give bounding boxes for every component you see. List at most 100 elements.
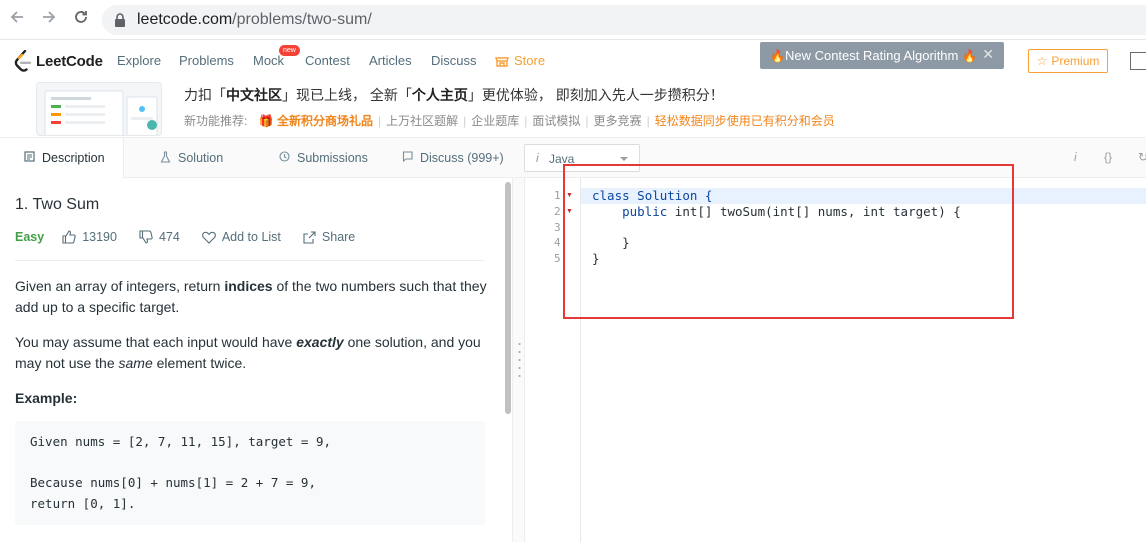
nav-store[interactable]: Store — [495, 53, 545, 68]
cn-banner-title[interactable]: 力扣「中文社区」现已上线， 全新「个人主页」更优体验， 即刻加入先人一步攒积分！ — [184, 85, 724, 105]
address-bar[interactable]: leetcode.com/problems/two-sum/ — [102, 5, 1146, 35]
tab-discuss-label: Discuss (999+) — [420, 151, 504, 165]
cn-title-part: 」现已上线， 全新「 — [282, 87, 412, 103]
nav-mock[interactable]: Mock — [253, 53, 284, 68]
site-navbar: LeetCode Explore Problems Mock new Conte… — [0, 40, 1146, 82]
problem-statement: Given an array of integers, return indic… — [15, 276, 495, 318]
difficulty-badge: Easy — [15, 230, 45, 244]
browser-toolbar: leetcode.com/problems/two-sum/ — [0, 0, 1146, 40]
problem-title: 1. Two Sum — [15, 196, 100, 213]
line-number: 2 — [554, 205, 561, 218]
separator: | — [646, 114, 650, 128]
cn-feature-links: 新功能推荐: 🎁 全新积分商场礼品 | 上万社区题解 | 企业题库 | 面试模拟 | 更多竞赛 |… — [184, 112, 835, 129]
problem-assumption: You may assume that each input would hav… — [15, 332, 495, 374]
fire-icon: 🔥 — [770, 48, 785, 63]
separator: | — [378, 114, 382, 128]
logo-text: LeetCode — [36, 52, 103, 70]
forward-arrow-icon[interactable] — [38, 8, 60, 30]
contest-rating-banner[interactable]: 🔥 New Contest Rating Algorithm 🔥 ✕ — [760, 42, 1004, 69]
panel-splitter[interactable] — [512, 178, 525, 542]
cn-community-banner: 力扣「中文社区」现已上线， 全新「个人主页」更优体验， 即刻加入先人一步攒积分！… — [0, 82, 1146, 138]
info-icon[interactable]: i — [1074, 150, 1077, 164]
nav-discuss[interactable]: Discuss — [431, 53, 477, 68]
reset-icon[interactable]: ↻ — [1138, 150, 1146, 164]
add-to-list-button[interactable]: Add to List — [201, 230, 281, 244]
close-icon[interactable]: ✕ — [982, 46, 994, 63]
braces-icon[interactable]: {} — [1104, 150, 1112, 164]
tab-discuss[interactable]: Discuss (999+) — [400, 138, 504, 178]
nav-contest[interactable]: Contest — [305, 53, 350, 68]
line-number: 1 — [554, 189, 561, 202]
line-number: 4 — [554, 236, 561, 249]
share-button[interactable]: Share — [303, 230, 355, 244]
tab-submissions-label: Submissions — [297, 151, 368, 165]
cn-title-bold: 个人主页 — [411, 87, 468, 103]
cn-link[interactable]: 面试模拟 — [532, 114, 580, 128]
store-label: Store — [514, 53, 546, 68]
reload-icon[interactable] — [70, 8, 92, 30]
tab-solution[interactable]: Solution — [158, 138, 223, 178]
cn-title-part: 力扣「 — [184, 87, 226, 103]
cn-link[interactable]: 上万社区题解 — [386, 114, 458, 128]
leetcode-logo[interactable]: LeetCode — [14, 50, 103, 72]
example-line: Because nums[0] + nums[1] = 2 + 7 = 9, — [30, 475, 316, 490]
store-icon — [495, 57, 509, 67]
cn-link-sync[interactable]: 轻松数据同步使用已有积分和会员 — [655, 114, 835, 128]
contest-banner-text: New Contest Rating Algorithm — [784, 48, 959, 63]
lock-icon — [114, 13, 126, 27]
banner-thumbnail — [36, 82, 162, 136]
separator: | — [524, 114, 528, 128]
nav-explore[interactable]: Explore — [117, 53, 161, 68]
add-to-list-label: Add to List — [221, 230, 281, 244]
chevron-down-icon — [620, 157, 628, 161]
document-icon — [22, 151, 36, 165]
comment-icon — [400, 151, 414, 165]
heart-icon — [201, 231, 216, 244]
back-arrow-icon[interactable] — [6, 8, 28, 30]
nav-problems[interactable]: Problems — [179, 53, 234, 68]
url-path: /problems/two-sum/ — [232, 11, 372, 28]
example-code-block: Given nums = [2, 7, 11, 15], target = 9,… — [15, 421, 485, 525]
statement-text: Given an array of integers, return — [15, 278, 225, 294]
description-scrollbar[interactable] — [505, 182, 511, 414]
statement-text: You may assume that each input would hav… — [15, 334, 297, 350]
line-number: 3 — [554, 221, 561, 234]
new-badge: new — [279, 45, 300, 56]
tab-description[interactable]: Description — [0, 138, 124, 178]
statement-bold-italic: exactly — [296, 334, 344, 350]
url-domain: leetcode.com — [137, 11, 233, 28]
dislikes-count: 474 — [158, 230, 180, 244]
nav-articles[interactable]: Articles — [369, 53, 412, 68]
leetcode-logo-icon — [14, 50, 32, 72]
problem-description-panel: 1. Two Sum Easy 13190 474 Add to List Sh… — [0, 178, 512, 542]
cn-link[interactable]: 更多竞赛 — [594, 114, 642, 128]
share-label: Share — [321, 230, 356, 244]
divider — [15, 260, 485, 261]
cn-title-part: 」更优体验， 即刻加入先人一步攒积分！ — [467, 87, 724, 103]
gift-icon: 🎁 — [258, 114, 274, 128]
tab-submissions[interactable]: Submissions — [277, 138, 368, 178]
sign-in-icon[interactable] — [1130, 52, 1146, 70]
likes-count: 13190 — [82, 230, 117, 244]
drag-handle-icon — [518, 340, 521, 380]
cn-link[interactable]: 企业题库 — [471, 114, 519, 128]
like-button[interactable]: 13190 — [62, 230, 117, 244]
dislike-button[interactable]: 474 — [139, 230, 180, 244]
thumbs-up-icon — [62, 230, 76, 244]
statement-bold: indices — [224, 278, 273, 294]
problem-meta: Easy 13190 474 Add to List Share — [15, 230, 377, 244]
cn-link-gift[interactable]: 全新积分商场礼品 — [277, 114, 373, 128]
premium-button[interactable]: ☆ Premium — [1028, 49, 1108, 73]
statement-italic: same — [118, 355, 153, 371]
star-icon: ☆ — [1036, 54, 1048, 68]
separator: | — [463, 114, 467, 128]
url-text: leetcode.com/problems/two-sum/ — [137, 11, 372, 29]
share-icon — [303, 230, 316, 244]
clock-icon — [277, 151, 291, 165]
highlight-annotation-box — [563, 164, 1014, 319]
example-line: Given nums = [2, 7, 11, 15], target = 9, — [30, 434, 332, 449]
tab-description-label: Description — [42, 151, 105, 165]
tab-solution-label: Solution — [178, 151, 224, 165]
fire-icon: 🔥 — [962, 48, 978, 63]
example-line: return [0, 1]. — [30, 496, 136, 511]
